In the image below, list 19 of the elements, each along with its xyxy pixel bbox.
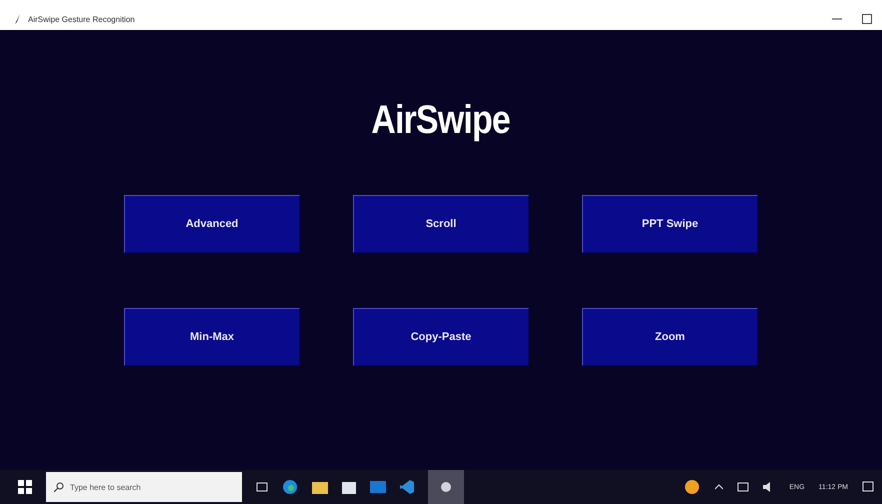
mode-button[interactable]: Scroll bbox=[353, 195, 529, 253]
windows-icon[interactable] bbox=[18, 480, 32, 494]
mode-button[interactable]: Advanced bbox=[124, 195, 300, 253]
maximize-icon bbox=[862, 14, 872, 24]
mode-button[interactable]: Min-Max bbox=[124, 308, 300, 366]
task-view-icon[interactable] bbox=[256, 482, 268, 492]
browser-icon[interactable] bbox=[282, 479, 298, 495]
window-title: AirSwipe Gesture Recognition bbox=[28, 14, 135, 24]
weather-icon[interactable] bbox=[683, 479, 702, 495]
app-heading: AirSwipe bbox=[372, 98, 510, 143]
code-editor-icon[interactable] bbox=[400, 480, 414, 494]
search-icon bbox=[54, 482, 64, 492]
taskbar-app-button[interactable] bbox=[428, 470, 464, 504]
folder-icon[interactable] bbox=[312, 480, 328, 494]
mode-button[interactable]: Zoom bbox=[582, 308, 758, 366]
mode-button[interactable]: Copy-Paste bbox=[353, 308, 529, 366]
mode-button[interactable]: PPT Swipe bbox=[582, 195, 758, 253]
search-field[interactable]: Type here to search bbox=[46, 472, 242, 502]
chevron-icon[interactable] bbox=[715, 484, 724, 490]
